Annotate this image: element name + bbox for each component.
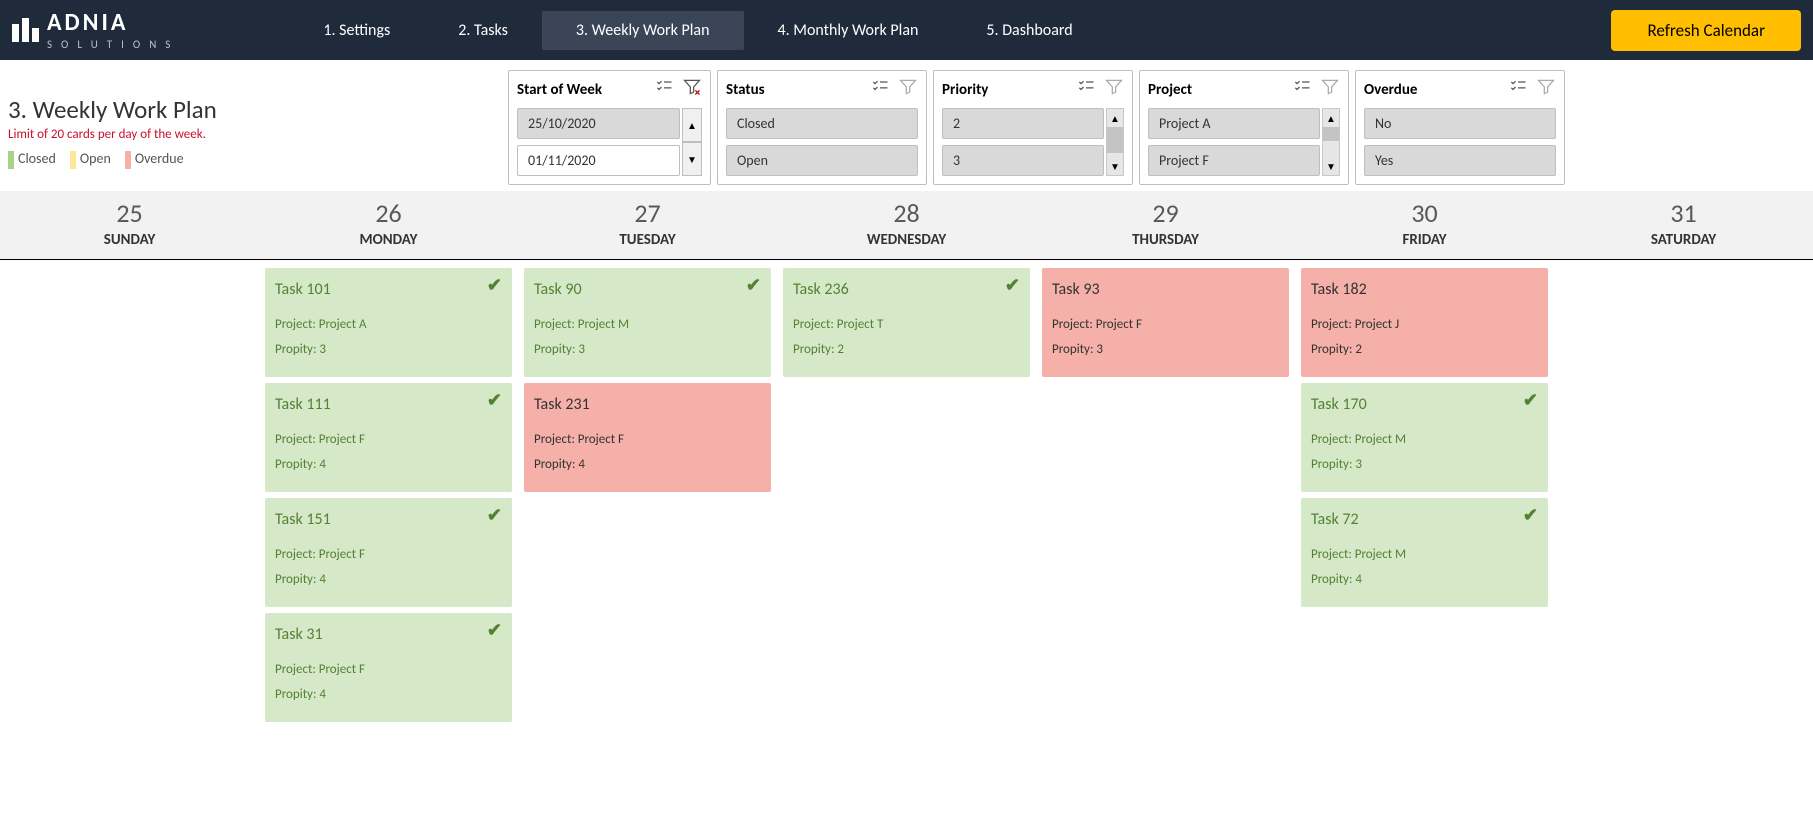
day-col-friday: Task 182Project: Project JPropity: 2 ✔Ta…: [1295, 260, 1554, 730]
multiselect-icon[interactable]: [1076, 77, 1096, 102]
filter-title: Start of Week: [517, 81, 602, 99]
day-col-monday: ✔Task 101Project: Project APropity: 3 ✔T…: [259, 260, 518, 730]
day-header: 27TUESDAY: [518, 191, 777, 259]
topbar: ADNIA SOLUTIONS 1. Settings 2. Tasks 3. …: [0, 0, 1813, 60]
logo: ADNIA SOLUTIONS: [12, 11, 179, 50]
task-card[interactable]: ✔Task 151Project: Project FPropity: 4: [265, 498, 512, 607]
day-header: 25SUNDAY: [0, 191, 259, 259]
logo-sub: SOLUTIONS: [47, 39, 179, 50]
spin-up-icon[interactable]: ▲: [682, 108, 702, 142]
multiselect-icon[interactable]: [1292, 77, 1312, 102]
filter-start-of-week: Start of Week 25/10/2020 01/11/2020 ▲ ▼: [508, 70, 711, 185]
check-icon: ✔: [746, 274, 761, 296]
title-block: 3. Weekly Work Plan Limit of 20 cards pe…: [8, 70, 508, 185]
check-icon: ✔: [487, 389, 502, 411]
scroll-down-icon[interactable]: ▼: [1107, 157, 1123, 175]
multiselect-icon[interactable]: [1508, 77, 1528, 102]
nav-dashboard[interactable]: 5. Dashboard: [952, 11, 1106, 50]
calendar-header: 25SUNDAY 26MONDAY 27TUESDAY 28WEDNESDAY …: [0, 191, 1813, 260]
task-card[interactable]: ✔Task 31Project: Project FPropity: 4: [265, 613, 512, 722]
slicer-item[interactable]: Yes: [1364, 145, 1556, 176]
filter-title: Overdue: [1364, 81, 1417, 99]
slicer-item[interactable]: Closed: [726, 108, 918, 139]
filter-icon[interactable]: [1104, 77, 1124, 102]
spin-down-icon[interactable]: ▼: [682, 142, 702, 176]
limit-text: Limit of 20 cards per day of the week.: [8, 127, 508, 142]
slicer-item[interactable]: 01/11/2020: [517, 145, 680, 176]
task-card[interactable]: Task 182Project: Project JPropity: 2: [1301, 268, 1548, 377]
check-icon: ✔: [487, 504, 502, 526]
task-card[interactable]: ✔Task 111Project: Project FPropity: 4: [265, 383, 512, 492]
slicer-item[interactable]: 3: [942, 145, 1104, 176]
legend: Closed Open Overdue: [8, 150, 508, 169]
day-header: 26MONDAY: [259, 191, 518, 259]
day-header: 30FRIDAY: [1295, 191, 1554, 259]
filter-project: Project Project A Project F ▲ ▼: [1139, 70, 1349, 185]
filter-overdue: Overdue No Yes: [1355, 70, 1565, 185]
check-icon: ✔: [487, 274, 502, 296]
slicer-item[interactable]: Project F: [1148, 145, 1320, 176]
nav-tasks[interactable]: 2. Tasks: [424, 11, 542, 50]
check-icon: ✔: [487, 619, 502, 641]
day-col-wednesday: ✔Task 236Project: Project TPropity: 2: [777, 260, 1036, 730]
closed-swatch-icon: [8, 151, 14, 169]
task-card[interactable]: ✔Task 90Project: Project MPropity: 3: [524, 268, 771, 377]
scrollbar-thumb[interactable]: [1323, 127, 1339, 141]
task-card[interactable]: ✔Task 101Project: Project APropity: 3: [265, 268, 512, 377]
scroll-up-icon[interactable]: ▲: [1107, 109, 1123, 127]
filter-title: Project: [1148, 81, 1192, 99]
clear-filter-icon[interactable]: [682, 77, 702, 102]
day-col-saturday: [1554, 260, 1813, 730]
task-card[interactable]: ✔Task 72Project: Project MPropity: 4: [1301, 498, 1548, 607]
nav-settings[interactable]: 1. Settings: [289, 11, 424, 50]
filters: Start of Week 25/10/2020 01/11/2020 ▲ ▼: [508, 70, 1565, 185]
filter-status: Status Closed Open: [717, 70, 927, 185]
slicer-item[interactable]: 25/10/2020: [517, 108, 680, 139]
refresh-calendar-button[interactable]: Refresh Calendar: [1611, 10, 1801, 51]
slicer-item[interactable]: 2: [942, 108, 1104, 139]
page-title: 3. Weekly Work Plan: [8, 94, 508, 125]
task-card[interactable]: ✔Task 236Project: Project TPropity: 2: [783, 268, 1030, 377]
legend-overdue: Overdue: [135, 150, 184, 167]
slicer-item[interactable]: Project A: [1148, 108, 1320, 139]
filter-title: Status: [726, 81, 765, 99]
multiselect-icon[interactable]: [870, 77, 890, 102]
check-icon: ✔: [1005, 274, 1020, 296]
nav-weekly[interactable]: 3. Weekly Work Plan: [542, 11, 744, 50]
open-swatch-icon: [70, 151, 76, 169]
legend-closed: Closed: [18, 150, 56, 167]
day-col-sunday: [0, 260, 259, 730]
filter-icon[interactable]: [898, 77, 918, 102]
logo-bars-icon: [12, 18, 39, 42]
scrollbar-thumb[interactable]: [1107, 127, 1123, 153]
multiselect-icon[interactable]: [654, 77, 674, 102]
filter-title: Priority: [942, 81, 988, 99]
legend-open: Open: [80, 150, 111, 167]
calendar-body: ✔Task 101Project: Project APropity: 3 ✔T…: [0, 260, 1813, 730]
check-icon: ✔: [1523, 504, 1538, 526]
nav: 1. Settings 2. Tasks 3. Weekly Work Plan…: [289, 11, 1106, 50]
task-card[interactable]: ✔Task 170Project: Project MPropity: 3: [1301, 383, 1548, 492]
filter-icon[interactable]: [1536, 77, 1556, 102]
day-col-tuesday: ✔Task 90Project: Project MPropity: 3 Tas…: [518, 260, 777, 730]
slicer-item[interactable]: Open: [726, 145, 918, 176]
filter-icon[interactable]: [1320, 77, 1340, 102]
overdue-swatch-icon: [125, 151, 131, 169]
task-card[interactable]: Task 231Project: Project FPropity: 4: [524, 383, 771, 492]
day-col-thursday: Task 93Project: Project FPropity: 3: [1036, 260, 1295, 730]
day-header: 28WEDNESDAY: [777, 191, 1036, 259]
task-card[interactable]: Task 93Project: Project FPropity: 3: [1042, 268, 1289, 377]
nav-monthly[interactable]: 4. Monthly Work Plan: [744, 11, 953, 50]
slicer-item[interactable]: No: [1364, 108, 1556, 139]
check-icon: ✔: [1523, 389, 1538, 411]
logo-main: ADNIA: [47, 11, 179, 35]
scroll-up-icon[interactable]: ▲: [1323, 109, 1339, 127]
day-header: 29THURSDAY: [1036, 191, 1295, 259]
day-header: 31SATURDAY: [1554, 191, 1813, 259]
scroll-down-icon[interactable]: ▼: [1323, 157, 1339, 175]
filter-priority: Priority 2 3 ▲ ▼: [933, 70, 1133, 185]
